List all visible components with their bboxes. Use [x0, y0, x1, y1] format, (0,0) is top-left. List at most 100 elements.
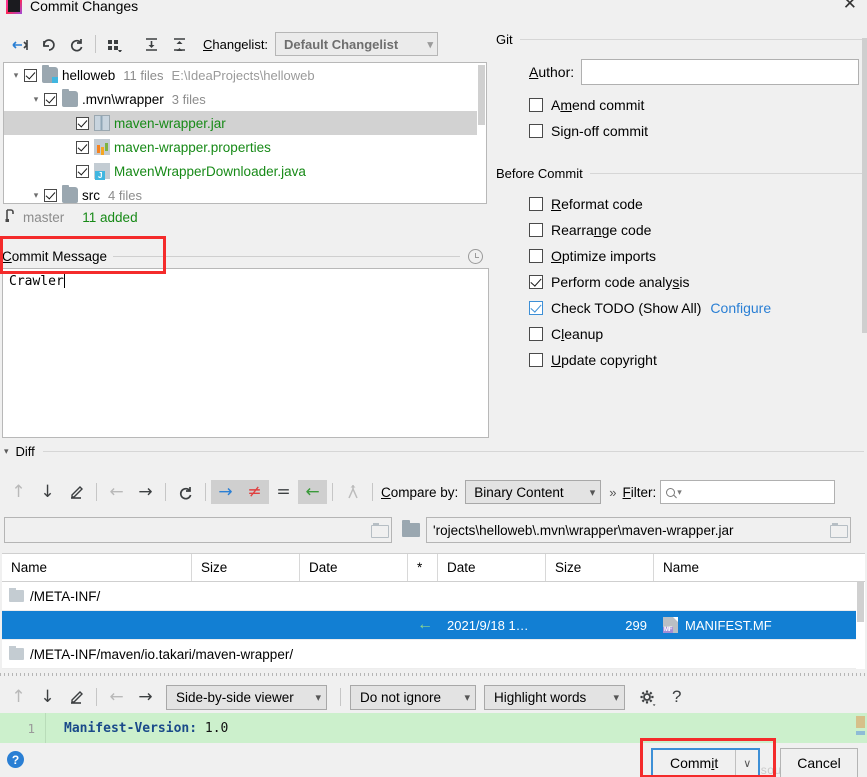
code-value: 1.0 — [204, 720, 229, 736]
collapse-all-button[interactable] — [165, 31, 193, 57]
commit-message-input[interactable]: Crawler — [2, 268, 489, 438]
close-icon[interactable]: ✕ — [843, 0, 857, 13]
next-file-button[interactable]: → — [131, 480, 160, 504]
tree-item-filecount: 4 files — [108, 187, 142, 203]
checkbox[interactable] — [529, 124, 543, 138]
tree-checkbox[interactable] — [24, 68, 37, 82]
next-change-button[interactable]: → — [131, 685, 160, 709]
checkbox[interactable] — [529, 98, 543, 112]
right-path-field[interactable]: 'rojects\helloweb\.mvn\wrapper\maven-wra… — [426, 517, 851, 543]
tree-checkbox[interactable] — [76, 164, 89, 178]
show-equal-files-button[interactable]: = — [269, 480, 298, 504]
show-deleted-files-button[interactable]: ← — [298, 480, 327, 504]
checkbox[interactable] — [529, 197, 543, 211]
previous-difference-button[interactable]: ↑ — [4, 685, 33, 709]
previous-file-button[interactable]: ← — [102, 480, 131, 504]
column-header-right-size[interactable]: Size — [546, 554, 654, 581]
browse-folder-icon[interactable] — [830, 522, 848, 538]
checkbox[interactable] — [529, 249, 543, 263]
option-cleanup[interactable]: Cleanup — [529, 321, 867, 347]
show-new-files-button[interactable]: → — [211, 480, 240, 504]
column-header-left-size[interactable]: Size — [192, 554, 300, 581]
clock-history-icon[interactable] — [468, 248, 483, 264]
configure-link[interactable]: Configure — [710, 300, 771, 316]
whitespace-mode-select[interactable]: Do not ignore ▾ — [350, 684, 476, 710]
option-rearrange-code[interactable]: Rearrange code — [529, 217, 867, 243]
option-optimize-imports[interactable]: Optimize imports — [529, 243, 867, 269]
option-update-copyright[interactable]: Update copyright — [529, 347, 867, 373]
checkbox[interactable] — [529, 275, 543, 289]
checkbox[interactable] — [529, 327, 543, 341]
highlight-mode-select[interactable]: Highlight words ▾ — [484, 684, 625, 710]
chevron-down-icon[interactable]: ▾ — [4, 446, 9, 457]
option-signoff-commit[interactable]: Sign-off commit — [529, 118, 867, 144]
gear-icon[interactable] — [633, 685, 662, 709]
diff-code-area[interactable]: 1 Manifest-Version: 1.0 — [0, 713, 867, 743]
author-field[interactable] — [581, 59, 859, 85]
option-check-todo[interactable]: Check TODO (Show All) Configure — [529, 295, 867, 321]
column-header-left-name[interactable]: Name — [2, 554, 192, 581]
table-row[interactable]: /META-INF/ — [2, 582, 865, 611]
tree-row[interactable]: maven-wrapper.jar — [4, 111, 486, 135]
next-difference-button[interactable]: ↓ — [33, 480, 62, 504]
help-icon[interactable]: ? — [7, 751, 24, 768]
tree-checkbox[interactable] — [44, 188, 57, 202]
chevron-down-icon[interactable]: ▾ — [8, 70, 24, 81]
group-by-button[interactable] — [101, 31, 129, 57]
branch-name: master — [23, 209, 65, 225]
commit-button[interactable]: Commit ∨ — [651, 748, 761, 777]
refresh-button[interactable] — [62, 31, 90, 57]
chevron-down-icon[interactable]: ∨ — [736, 757, 758, 770]
table-row[interactable]: ← 2021/9/18 1… 299 MANIFEST.MF — [2, 611, 865, 640]
column-header-right-name[interactable]: Name — [654, 554, 861, 581]
checkbox[interactable] — [529, 223, 543, 237]
diff-path-row: 'rojects\helloweb\.mvn\wrapper\maven-wra… — [4, 516, 864, 544]
options-scrollbar[interactable] — [862, 38, 867, 368]
more-options-icon[interactable]: » — [609, 485, 616, 500]
changelist-select[interactable]: Default Changelist ▾ — [275, 32, 439, 56]
option-amend-commit[interactable]: Amend commit — [529, 92, 867, 118]
synchronize-button[interactable] — [338, 480, 367, 504]
tree-checkbox[interactable] — [76, 140, 89, 154]
horizontal-splitter[interactable] — [0, 669, 867, 679]
changed-files-tree[interactable]: ▾ helloweb 11 files E:\IdeaProjects\hell… — [3, 62, 487, 204]
previous-difference-button[interactable]: ↑ — [4, 480, 33, 504]
option-reformat-code[interactable]: Reformat code — [529, 191, 867, 217]
table-row[interactable]: /META-INF/maven/io.takari/maven-wrapper/ — [2, 640, 865, 669]
edit-source-button[interactable] — [62, 480, 91, 504]
previous-change-button[interactable]: ← — [102, 685, 131, 709]
checkbox[interactable] — [529, 353, 543, 367]
edit-source-button[interactable] — [62, 685, 91, 709]
diff-section-header[interactable]: ▾ Diff — [4, 444, 864, 459]
table-scrollbar[interactable] — [856, 582, 865, 670]
help-icon[interactable]: ? — [672, 687, 681, 707]
tree-row[interactable]: ▾ .mvn\wrapper 3 files — [4, 87, 486, 111]
option-perform-code-analysis[interactable]: Perform code analysis — [529, 269, 867, 295]
filter-input[interactable]: ▾ — [660, 480, 836, 504]
tree-checkbox[interactable] — [44, 92, 57, 106]
refresh-diff-button[interactable] — [171, 480, 200, 504]
tree-row[interactable]: ▾ src 4 files — [4, 183, 486, 203]
show-modified-files-button[interactable]: ≠ — [240, 480, 269, 504]
tree-scrollbar[interactable] — [477, 63, 486, 203]
collapse-to-selection-button[interactable] — [6, 31, 34, 57]
chevron-down-icon[interactable]: ▾ — [28, 190, 44, 201]
browse-folder-icon[interactable] — [371, 522, 389, 538]
column-header-right-date[interactable]: Date — [438, 554, 546, 581]
left-path-field[interactable] — [4, 517, 392, 543]
column-header-marker[interactable]: * — [408, 554, 438, 581]
tree-row[interactable]: MavenWrapperDownloader.java — [4, 159, 486, 183]
tree-row[interactable]: ▾ helloweb 11 files E:\IdeaProjects\hell… — [4, 63, 486, 87]
tree-checkbox[interactable] — [76, 116, 89, 130]
expand-all-button[interactable] — [137, 31, 165, 57]
option-label: Optimize imports — [551, 248, 657, 264]
viewer-mode-select[interactable]: Side-by-side viewer ▾ — [166, 684, 327, 710]
checkbox[interactable] — [529, 301, 543, 315]
compare-by-select[interactable]: Binary Content ▾ — [465, 480, 602, 504]
column-header-left-date[interactable]: Date — [300, 554, 408, 581]
chevron-down-icon[interactable]: ▾ — [28, 94, 44, 105]
revert-button[interactable] — [34, 31, 62, 57]
next-difference-button[interactable]: ↓ — [33, 685, 62, 709]
tree-row[interactable]: maven-wrapper.properties — [4, 135, 486, 159]
cancel-button[interactable]: Cancel — [780, 748, 858, 777]
